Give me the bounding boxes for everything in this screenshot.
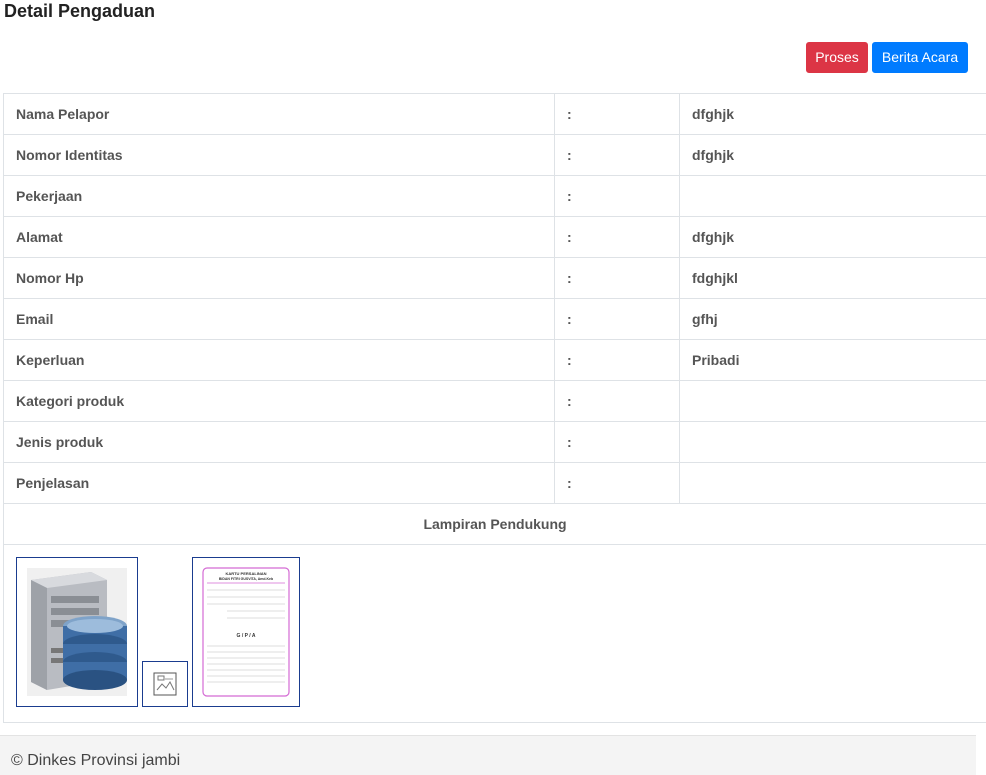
row-colon: :	[555, 217, 680, 258]
table-row: Keperluan : Pribadi	[4, 340, 986, 381]
row-colon: :	[555, 94, 680, 135]
server-database-icon	[17, 558, 137, 706]
row-colon: :	[555, 299, 680, 340]
row-label: Penjelasan	[4, 463, 555, 504]
row-value	[680, 422, 986, 463]
table-row: Pekerjaan :	[4, 176, 986, 217]
row-colon: :	[555, 135, 680, 176]
table-row: Penjelasan :	[4, 463, 986, 504]
row-label: Nomor Hp	[4, 258, 555, 299]
row-label: Keperluan	[4, 340, 555, 381]
detail-table: Nama Pelapor : dfghjk Nomor Identitas : …	[3, 93, 986, 723]
row-value: dfghjk	[680, 135, 986, 176]
table-row: Email : gfhj	[4, 299, 986, 340]
row-colon: :	[555, 381, 680, 422]
row-value	[680, 381, 986, 422]
proses-button[interactable]: Proses	[806, 42, 868, 73]
row-value: Pribadi	[680, 340, 986, 381]
table-row: Nomor Hp : fdghjkl	[4, 258, 986, 299]
row-label: Pekerjaan	[4, 176, 555, 217]
card-gpa: G / P / A	[237, 633, 256, 639]
row-colon: :	[555, 340, 680, 381]
attachment-broken-image[interactable]	[142, 661, 188, 707]
row-label: Jenis produk	[4, 422, 555, 463]
row-value: gfhj	[680, 299, 986, 340]
row-colon: :	[555, 422, 680, 463]
row-value: dfghjk	[680, 94, 986, 135]
row-value: dfghjk	[680, 217, 986, 258]
table-row: Jenis produk :	[4, 422, 986, 463]
row-colon: :	[555, 258, 680, 299]
row-label: Nama Pelapor	[4, 94, 555, 135]
row-label: Alamat	[4, 217, 555, 258]
attachments-heading-row: Lampiran Pendukung	[4, 504, 986, 545]
row-colon: :	[555, 176, 680, 217]
row-label: Nomor Identitas	[4, 135, 555, 176]
table-row: Alamat : dfghjk	[4, 217, 986, 258]
row-value	[680, 463, 986, 504]
berita-acara-button[interactable]: Berita Acara	[872, 42, 968, 73]
broken-image-icon	[143, 662, 187, 706]
attachment-server-image[interactable]	[16, 557, 138, 707]
document-card-icon: KARTU PERSALINAN BIDAN FITRI GUSVITA, Am…	[193, 558, 299, 706]
footer: © Dinkes Provinsi jambi	[0, 735, 976, 775]
toolbar: Proses Berita Acara	[806, 42, 968, 73]
attachments-heading: Lampiran Pendukung	[4, 504, 986, 545]
card-subtitle: BIDAN FITRI GUSVITA, Amd.Keb	[219, 577, 273, 581]
card-title: KARTU PERSALINAN	[225, 571, 266, 576]
table-row: Nomor Identitas : dfghjk	[4, 135, 986, 176]
attachments-cell: KARTU PERSALINAN BIDAN FITRI GUSVITA, Am…	[4, 545, 986, 723]
table-row: Nama Pelapor : dfghjk	[4, 94, 986, 135]
row-colon: :	[555, 463, 680, 504]
attachment-card-image[interactable]: KARTU PERSALINAN BIDAN FITRI GUSVITA, Am…	[192, 557, 300, 707]
table-row: Kategori produk :	[4, 381, 986, 422]
row-value: fdghjkl	[680, 258, 986, 299]
row-label: Email	[4, 299, 555, 340]
page-title: Detail Pengaduan	[4, 0, 155, 22]
row-value	[680, 176, 986, 217]
row-label: Kategori produk	[4, 381, 555, 422]
footer-text: © Dinkes Provinsi jambi	[11, 752, 180, 769]
attachments-row: KARTU PERSALINAN BIDAN FITRI GUSVITA, Am…	[4, 545, 986, 723]
